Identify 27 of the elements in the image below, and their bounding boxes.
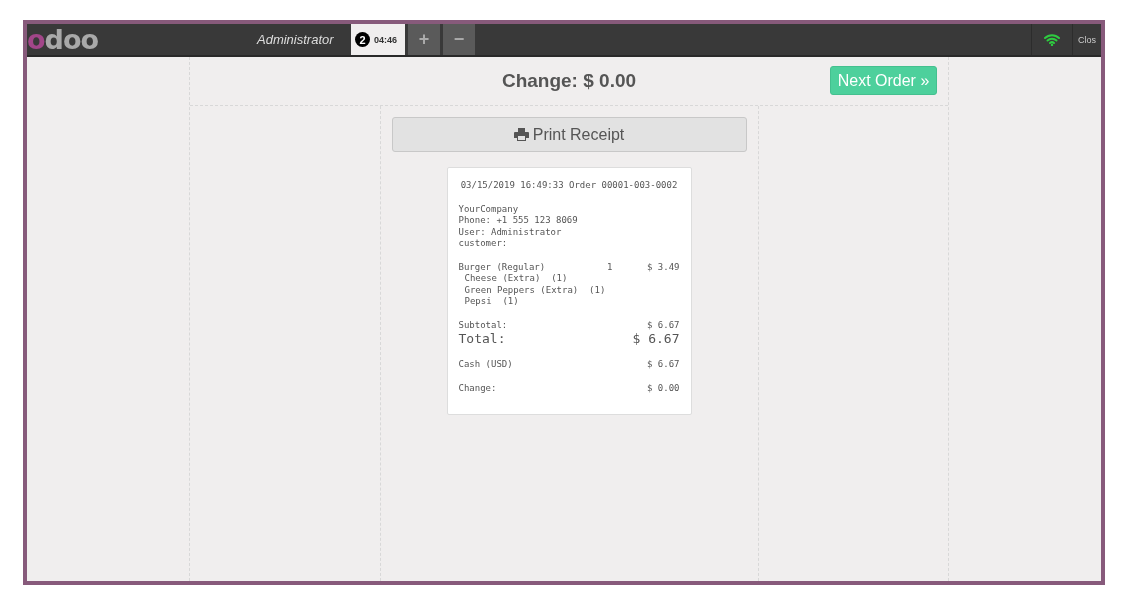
receipt-amount: $ 6.67	[647, 359, 680, 371]
product-price: $ 3.49	[647, 261, 680, 273]
odoo-logo: odoo	[27, 24, 99, 55]
close-button[interactable]: Clos	[1072, 24, 1101, 55]
receipt-label: Cash (USD)	[458, 359, 514, 371]
product-extra: Green Peppers (Extra) (1)	[463, 284, 607, 296]
product-quantity: 1	[607, 261, 614, 273]
receipt-info-line: customer:	[458, 238, 509, 250]
receipt-info-line: Phone: +1 555 123 8069	[458, 215, 579, 227]
receipt-info-line: User: Administrator	[458, 226, 563, 238]
receipt-amount: $ 6.67	[632, 331, 680, 347]
receipt-label: Total:	[458, 331, 507, 347]
receipt-amount: $ 0.00	[647, 382, 680, 394]
receipt-header: 03/15/2019 16:49:33 Order 00001-003-0002	[459, 180, 679, 192]
receipt-label: Subtotal:	[458, 319, 509, 331]
printer-icon	[513, 128, 529, 141]
receipt-amount: $ 6.67	[647, 319, 680, 331]
username-label: Administrator	[257, 31, 335, 49]
product-extra: Pepsi (1)	[463, 296, 520, 308]
product-extra: Cheese (Extra) (1)	[463, 273, 569, 285]
wifi-icon	[1044, 33, 1060, 46]
change-title: Change: $ 0.00	[501, 70, 637, 92]
receipt-label: Change:	[458, 382, 498, 394]
product-name: Burger (Regular)	[458, 261, 547, 273]
print-receipt-button[interactable]: Print Receipt	[391, 117, 747, 152]
receipt-info-line: YourCompany	[458, 203, 520, 215]
order-tab[interactable]: 2 04:46	[351, 24, 405, 55]
